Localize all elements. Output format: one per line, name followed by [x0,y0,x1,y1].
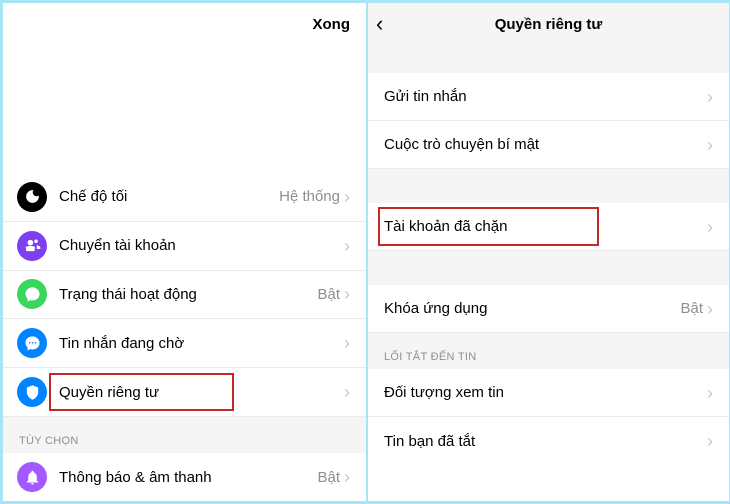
row-send-message[interactable]: Gửi tin nhắn › [368,73,729,121]
chevron-right-icon: › [344,334,350,352]
active-status-value: Bật [317,286,340,303]
message-requests-label: Tin nhắn đang chờ [59,335,344,352]
spacer [368,45,729,73]
spacer [368,251,729,285]
privacy-title: Quyền riêng tư [495,16,603,33]
privacy-panel: ‹ Quyền riêng tư Gửi tin nhắn › Cuộc trò… [368,3,729,501]
story-muted-label: Tin bạn đã tắt [384,433,707,450]
chevron-right-icon: › [344,468,350,486]
row-switch-account[interactable]: Chuyển tài khoản › [3,222,366,271]
section-story-shortcut: LỐI TẮT ĐẾN TIN [368,333,729,369]
back-button[interactable]: ‹ [376,13,383,35]
left-header: Xong [3,3,366,45]
spacer [368,169,729,203]
row-message-requests[interactable]: Tin nhắn đang chờ › [3,319,366,368]
row-notifications[interactable]: Thông báo & âm thanh Bật › [3,453,366,501]
row-active-status[interactable]: Trạng thái hoạt động Bật › [3,271,366,320]
row-dark-mode[interactable]: Chế độ tối Hệ thống › [3,173,366,222]
chevron-right-icon: › [707,88,713,106]
chevron-right-icon: › [707,136,713,154]
chevron-right-icon: › [344,188,350,206]
chevron-right-icon: › [344,237,350,255]
row-secret-conversation[interactable]: Cuộc trò chuyện bí mật › [368,121,729,169]
settings-panel: Xong Chế độ tối Hệ thống › Chuyển tài kh… [3,3,366,501]
privacy-label: Quyền riêng tư [59,384,344,401]
story-audience-label: Đối tượng xem tin [384,384,707,401]
chevron-right-icon: › [707,384,713,402]
active-status-label: Trạng thái hoạt động [59,286,317,303]
notifications-label: Thông báo & âm thanh [59,469,317,486]
switch-account-icon [17,231,47,261]
chevron-right-icon: › [344,285,350,303]
dark-mode-label: Chế độ tối [59,188,279,205]
done-button[interactable]: Xong [313,16,351,33]
bell-icon [17,462,47,492]
app-lock-value: Bật [680,300,703,317]
message-icon [17,328,47,358]
secret-conversation-label: Cuộc trò chuyện bí mật [384,136,707,153]
spacer [3,45,366,173]
row-blocked-accounts[interactable]: Tài khoản đã chặn › [368,203,729,251]
right-header: ‹ Quyền riêng tư [368,3,729,45]
shield-icon [17,377,47,407]
row-app-lock[interactable]: Khóa ứng dụng Bật › [368,285,729,333]
section-options: TÙY CHỌN [3,417,366,453]
app-lock-label: Khóa ứng dụng [384,300,680,317]
dark-mode-value: Hệ thống [279,188,340,205]
row-story-audience[interactable]: Đối tượng xem tin › [368,369,729,417]
chevron-right-icon: › [707,432,713,450]
send-message-label: Gửi tin nhắn [384,88,707,105]
chevron-right-icon: › [344,383,350,401]
notifications-value: Bật [317,469,340,486]
moon-icon [17,182,47,212]
status-icon [17,279,47,309]
row-privacy[interactable]: Quyền riêng tư › [3,368,366,417]
row-story-muted[interactable]: Tin bạn đã tắt › [368,417,729,465]
blocked-accounts-label: Tài khoản đã chặn [384,218,707,235]
chevron-right-icon: › [707,300,713,318]
chevron-right-icon: › [707,218,713,236]
switch-account-label: Chuyển tài khoản [59,237,344,254]
